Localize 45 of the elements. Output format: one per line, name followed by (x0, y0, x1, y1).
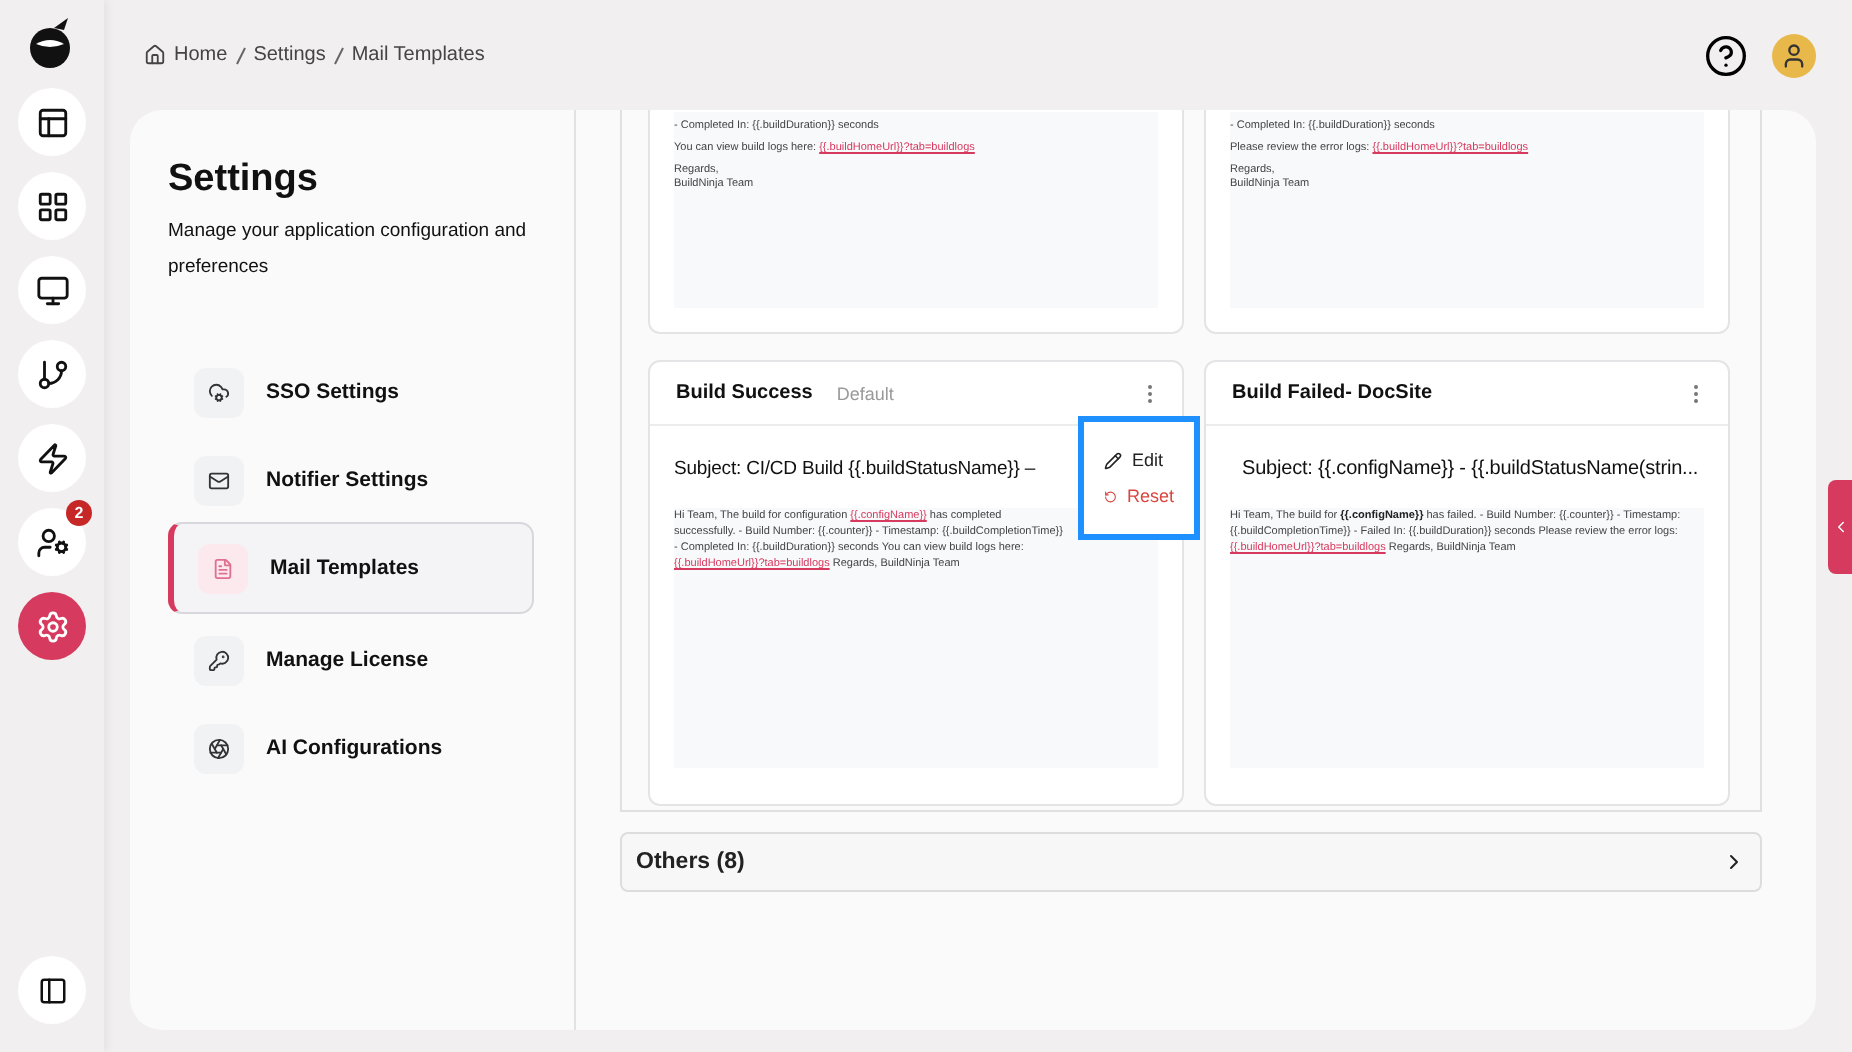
nav-rail-button[interactable] (18, 88, 86, 156)
breadcrumb-link[interactable]: Home (174, 44, 228, 66)
settings-item-icon (194, 723, 244, 773)
nav-icon (35, 273, 69, 307)
reset-icon (1104, 487, 1117, 505)
settings-nav-item[interactable]: Mail Templates (168, 522, 534, 614)
settings-nav-item[interactable]: AI Configurations (168, 702, 534, 794)
nav-icon (35, 525, 69, 559)
breadcrumb-link[interactable]: Mail Templates (351, 44, 485, 66)
card-title: Build Failed- DocSite (1232, 382, 1433, 404)
nav-rail-button[interactable] (18, 172, 86, 240)
panel-icon (37, 975, 67, 1005)
user-avatar[interactable] (1772, 33, 1816, 77)
nav-rail-button[interactable] (18, 340, 86, 408)
help-icon[interactable] (1704, 33, 1748, 77)
nav-icon (35, 357, 69, 391)
nav-icon (35, 189, 69, 223)
nav-icon (35, 441, 69, 475)
breadcrumb-link[interactable]: Settings (253, 44, 326, 66)
email-subject: Subject: {{.configName}} - {{.buildStatusName(strin... (1242, 458, 1699, 480)
settings-nav-item[interactable]: Manage License (168, 614, 534, 706)
breadcrumb-separator-icon (235, 45, 246, 65)
sidebar-toggle-button[interactable] (18, 956, 86, 1024)
menu-item[interactable]: Reset (1104, 482, 1174, 510)
nav-rail-button[interactable] (18, 256, 86, 324)
card-title: Build Success (676, 382, 813, 404)
settings-item-icon (194, 635, 244, 685)
settings-item-icon (194, 455, 244, 505)
page-description: Manage your application configuration and preferences (168, 218, 529, 282)
nav-rail-button[interactable] (18, 424, 86, 492)
settings-item-icon (194, 367, 244, 417)
default-tag: Default (836, 383, 894, 403)
nav-icon (35, 105, 69, 139)
others-section-header[interactable]: Others (8) (620, 832, 1762, 892)
breadcrumb-separator-icon (333, 45, 344, 65)
settings-nav-item[interactable]: SSO Settings (168, 346, 534, 438)
menu-item[interactable]: Edit (1104, 446, 1174, 474)
nav-icon (35, 609, 69, 643)
pencil-icon (1104, 451, 1122, 469)
home-icon (144, 44, 166, 66)
collapse-handle[interactable] (1828, 480, 1852, 574)
page-title: Settings (168, 158, 320, 202)
email-subject: Subject: CI/CD Build {{.buildStatusName}} – (674, 458, 1036, 480)
settings-item-icon (198, 543, 248, 593)
notification-badge: 2 (66, 500, 92, 526)
